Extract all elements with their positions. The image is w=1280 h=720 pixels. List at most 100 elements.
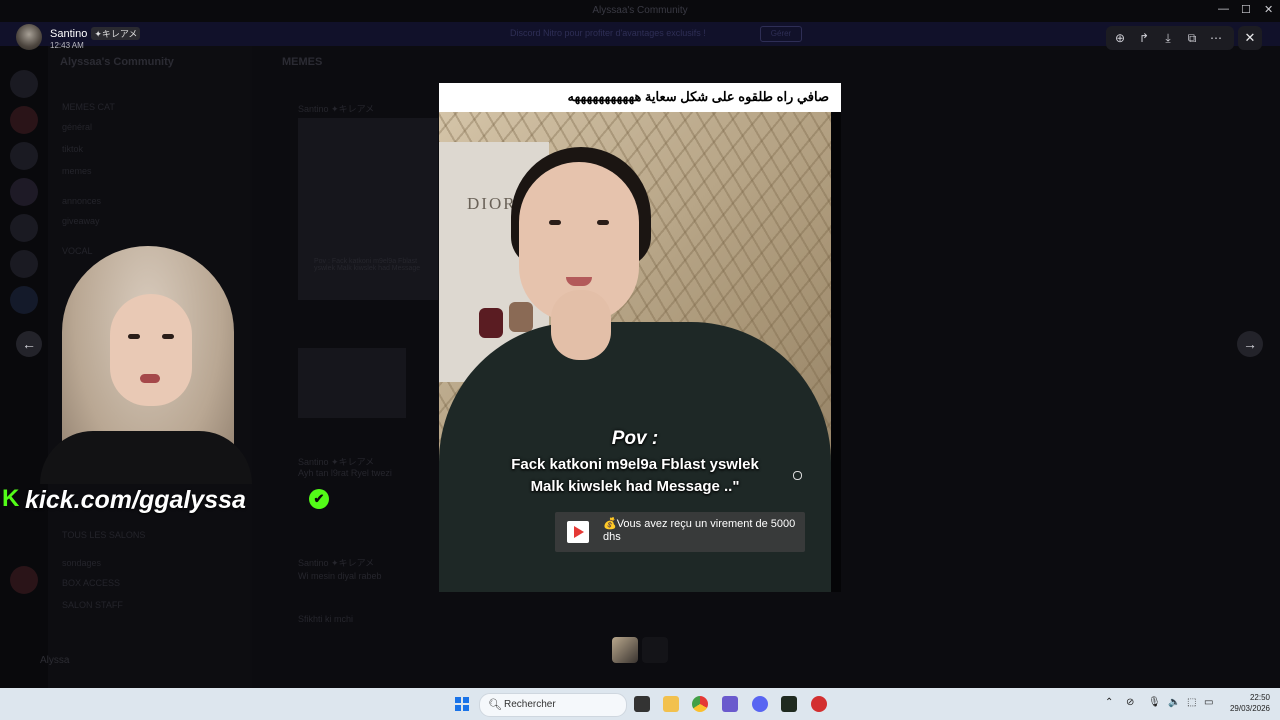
message-text: Pov : Fack katkoni m9el9a Fblast yswlek … — [314, 258, 421, 272]
kick-url: kick.com/ggalyssa — [25, 486, 246, 514]
current-user-name: Alyssa — [40, 655, 70, 666]
download-icon[interactable]: ⤓ — [1156, 26, 1180, 50]
kick-logo-icon: K — [2, 485, 20, 512]
streamer-shirt — [40, 431, 252, 484]
clock-date: 29/03/2026 — [1229, 704, 1270, 713]
channel-item[interactable]: annonces — [62, 196, 101, 206]
message-author: Santino ✦キレアメ — [298, 558, 375, 568]
window-titlebar: Alyssaa's Community — ☐ ✕ — [0, 0, 1280, 22]
message-image[interactable] — [298, 118, 438, 300]
channel-title: MEMES — [282, 56, 323, 68]
windows-start-icon[interactable] — [455, 697, 469, 711]
message-text: Ayh tan l9rat Ryel twezi — [298, 468, 392, 478]
tray-display-icon[interactable]: ⬚ — [1187, 697, 1196, 708]
server-icon[interactable] — [10, 286, 38, 314]
avatar[interactable] — [16, 24, 42, 50]
snipping-tool-icon[interactable] — [722, 696, 738, 712]
windows-taskbar: 🔍︎ Rechercher ⌃ ⊘ 🎙 🔈 ⬚ ▭ 22:50 29/03/20… — [0, 688, 1280, 720]
banner-button[interactable]: Gérer — [760, 26, 802, 42]
play-store-icon — [567, 521, 589, 543]
message-text: Sfikhti ki mchi — [298, 614, 354, 624]
notification-text: 💰Vous avez reçu un virement de 5000 dhs — [603, 518, 796, 543]
message-author: Santino ✦キレアメ — [298, 104, 375, 114]
server-name[interactable]: Alyssaa's Community — [60, 56, 174, 68]
tray-mic-icon[interactable]: 🎙 — [1148, 697, 1161, 708]
server-icon[interactable] — [10, 106, 38, 134]
eye — [162, 334, 174, 339]
photo: DIOR Pov : Fack katkoni m9el9a Fblast ys… — [439, 112, 831, 592]
thumbnail-active[interactable] — [612, 637, 638, 663]
webcam-overlay — [40, 246, 252, 484]
channel-item[interactable]: giveaway — [62, 216, 100, 226]
pov-text: Pov : — [611, 428, 659, 449]
tray-chevron-icon[interactable]: ⌃ — [1105, 697, 1113, 708]
channel-item[interactable]: tiktok — [62, 144, 83, 154]
server-icon[interactable] — [10, 142, 38, 170]
channel-item[interactable]: sondages — [62, 558, 101, 568]
author-name-text: Santino — [50, 28, 88, 40]
forward-icon[interactable]: ↱ — [1132, 26, 1156, 50]
perfume-bottle — [509, 302, 533, 332]
channel-item[interactable]: général — [62, 122, 92, 132]
image-caption-bar: صافي راه طلقوه على شكل سعاية ههههههههههه… — [439, 83, 841, 112]
perfume-bottle — [479, 308, 503, 338]
file-explorer-icon[interactable] — [663, 696, 679, 712]
tray-network-icon[interactable]: ⊘ — [1126, 697, 1134, 708]
media-viewer-image[interactable]: صافي راه طلقوه على شكل سعاية ههههههههههه… — [439, 83, 841, 592]
payment-notification: 💰Vous avez reçu un virement de 5000 dhs — [555, 512, 805, 552]
taskbar-search[interactable]: 🔍︎ Rechercher — [479, 693, 627, 717]
server-icon[interactable] — [10, 214, 38, 242]
open-external-icon[interactable]: ⧉ — [1180, 26, 1204, 50]
more-icon[interactable]: ⋯ — [1204, 26, 1228, 50]
channel-item[interactable]: TOUS LES SALONS — [62, 530, 145, 540]
search-placeholder: Rechercher — [504, 699, 556, 710]
previous-media-button[interactable]: ← — [16, 331, 42, 357]
discord-icon[interactable] — [752, 696, 768, 712]
image-caption: صافي راه طلقوه على شكل سعاية ههههههههههه… — [567, 89, 829, 104]
search-icon: 🔍︎ — [488, 699, 502, 711]
nitro-banner: Discord Nitro pour profiter d'avantages … — [0, 22, 1280, 46]
thumbnail[interactable] — [642, 637, 668, 663]
server-icon[interactable] — [10, 70, 38, 98]
media-toolbar: ⊕ ↱ ⤓ ⧉ ⋯ — [1106, 26, 1234, 50]
clock-time: 22:50 — [1249, 693, 1270, 702]
next-media-button[interactable]: → — [1237, 331, 1263, 357]
channel-item[interactable]: BOX ACCESS — [62, 578, 120, 588]
server-icon[interactable] — [10, 178, 38, 206]
channel-item[interactable]: MEMES CAT — [62, 102, 115, 112]
system-clock[interactable]: 22:50 29/03/2026 — [1224, 692, 1270, 714]
task-view-icon[interactable] — [634, 696, 650, 712]
verified-icon: ✔ — [309, 489, 329, 509]
app-icon[interactable] — [811, 696, 827, 712]
mouse-cursor — [793, 471, 802, 480]
chrome-icon[interactable] — [692, 696, 708, 712]
zoom-icon[interactable]: ⊕ — [1108, 26, 1132, 50]
mouth — [566, 277, 592, 286]
overlay-line-2: Malk kiwslek had Message .." — [530, 478, 740, 495]
maximize-icon[interactable]: ☐ — [1241, 3, 1251, 16]
mouth — [140, 374, 160, 383]
message-author: Santino ✦キレアメ — [298, 457, 375, 467]
overlay-line-1: Fack katkoni m9el9a Fblast yswlek — [511, 456, 759, 473]
tray-volume-icon[interactable]: 🔈 — [1168, 697, 1180, 708]
message-image[interactable] — [298, 348, 406, 418]
brand-text: DIOR — [467, 194, 517, 213]
banner-text: Discord Nitro pour profiter d'avantages … — [510, 28, 706, 38]
hand — [551, 290, 611, 360]
server-icon[interactable] — [10, 250, 38, 278]
post-time: 12:43 AM — [50, 41, 84, 50]
channel-item[interactable]: SALON STAFF — [62, 600, 123, 610]
eye — [128, 334, 140, 339]
eye — [549, 220, 561, 225]
channel-item[interactable]: memes — [62, 166, 92, 176]
window-close-icon[interactable]: ✕ — [1264, 3, 1273, 16]
server-icon[interactable] — [10, 566, 38, 594]
author-tag: ✦キレアメ — [91, 27, 141, 40]
minimize-icon[interactable]: — — [1218, 3, 1229, 15]
terminal-icon[interactable] — [781, 696, 797, 712]
streamer-face — [110, 294, 192, 406]
author-name[interactable]: Santino ✦キレアメ — [50, 27, 141, 40]
close-viewer-button[interactable]: ✕ — [1238, 26, 1262, 50]
tray-battery-icon[interactable]: ▭ — [1204, 697, 1213, 708]
eye — [597, 220, 609, 225]
